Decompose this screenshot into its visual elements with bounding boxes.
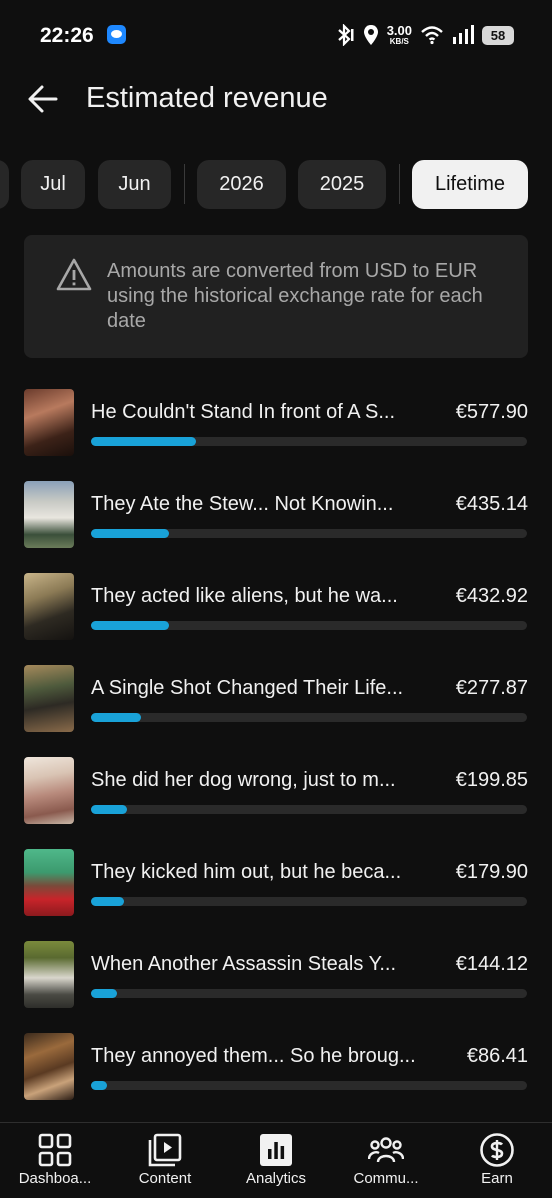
- location-icon: [363, 25, 378, 45]
- video-row[interactable]: He Couldn't Stand In front of A S... €57…: [0, 388, 552, 458]
- video-row[interactable]: They kicked him out, but he beca... €179…: [0, 848, 552, 918]
- nav-label: Content: [138, 1170, 192, 1187]
- revenue-bar-track: [91, 989, 527, 998]
- video-thumbnail: [24, 757, 74, 824]
- content-icon: [148, 1133, 182, 1167]
- video-thumbnail: [24, 849, 74, 916]
- dashboard-icon: [38, 1133, 72, 1167]
- revenue-bar-track: [91, 805, 527, 814]
- earn-icon: [480, 1133, 514, 1167]
- video-row[interactable]: She did her dog wrong, just to m... €199…: [0, 756, 552, 826]
- nav-label: Dashboa...: [18, 1170, 92, 1187]
- battery-icon: 58: [482, 25, 514, 45]
- nav-dashboard[interactable]: Dashboa...: [0, 1123, 110, 1198]
- notice-text: Amounts are converted from USD to EUR us…: [107, 260, 483, 332]
- video-revenue: €435.14: [455, 493, 528, 515]
- bottom-nav: Dashboa... Content Analytics Commu... Ea…: [0, 1122, 552, 1198]
- video-title: When Another Assassin Steals Y...: [91, 953, 396, 975]
- warning-icon: [56, 258, 92, 291]
- video-revenue: €277.87: [455, 677, 528, 699]
- revenue-bar-fill: [91, 529, 170, 538]
- network-speed-value: 3.00: [386, 23, 412, 38]
- video-revenue: €86.41: [466, 1045, 528, 1067]
- back-button[interactable]: [26, 82, 60, 116]
- video-revenue: €179.90: [455, 861, 528, 883]
- video-thumbnail: [24, 573, 74, 640]
- chip-divider: [184, 164, 185, 204]
- messenger-icon: [107, 25, 126, 44]
- signal-icon: [453, 25, 474, 44]
- video-revenue: €144.12: [455, 953, 528, 975]
- analytics-icon: [260, 1134, 292, 1166]
- video-title: They annoyed them... So he broug...: [91, 1045, 416, 1067]
- revenue-bar-track: [91, 529, 527, 538]
- video-title: They acted like aliens, but he wa...: [91, 585, 398, 607]
- status-time: 22:26: [40, 24, 94, 47]
- video-thumbnail: [24, 665, 74, 732]
- video-thumbnail: [24, 481, 74, 548]
- network-speed-unit: KB/S: [389, 37, 409, 46]
- nav-content[interactable]: Content: [110, 1123, 220, 1198]
- revenue-bar-fill: [91, 897, 124, 906]
- video-title: A Single Shot Changed Their Life...: [91, 677, 404, 699]
- video-row[interactable]: They acted like aliens, but he wa... €43…: [0, 572, 552, 642]
- revenue-bar-fill: [91, 1081, 107, 1090]
- chip-partial[interactable]: [0, 160, 9, 209]
- revenue-bar-fill: [91, 621, 170, 630]
- chip-2025[interactable]: 2025: [298, 160, 386, 209]
- revenue-bar-fill: [91, 713, 142, 722]
- nav-label: Analytics: [245, 1170, 307, 1187]
- video-row[interactable]: When Another Assassin Steals Y... €144.1…: [0, 940, 552, 1010]
- nav-analytics[interactable]: Analytics: [221, 1123, 331, 1198]
- chip-lifetime[interactable]: Lifetime: [412, 160, 528, 209]
- period-chips: Jul Jun 2026 2025 Lifetime: [0, 160, 552, 210]
- network-speed: 3.00 KB/S: [387, 24, 412, 46]
- nav-community[interactable]: Commu...: [331, 1123, 441, 1198]
- bluetooth-icon: [337, 24, 354, 46]
- nav-label: Earn: [481, 1170, 513, 1187]
- video-title: They Ate the Stew... Not Knowin...: [91, 493, 394, 515]
- wifi-icon: [421, 26, 443, 45]
- community-icon: [368, 1137, 404, 1163]
- page-title: Estimated revenue: [86, 82, 328, 114]
- revenue-bar-track: [91, 437, 527, 446]
- video-revenue: €199.85: [455, 769, 528, 791]
- chip-jul[interactable]: Jul: [21, 160, 85, 209]
- revenue-bar-track: [91, 621, 527, 630]
- video-revenue: €577.90: [455, 401, 528, 423]
- revenue-bar-track: [91, 713, 527, 722]
- arrow-back-icon: [28, 85, 58, 113]
- chip-2026[interactable]: 2026: [197, 160, 286, 209]
- video-thumbnail: [24, 389, 74, 456]
- status-bar: 22:26 3.00 KB/S 58: [0, 0, 552, 70]
- video-row[interactable]: They Ate the Stew... Not Knowin... €435.…: [0, 480, 552, 550]
- video-title: They kicked him out, but he beca...: [91, 861, 402, 883]
- chip-jun[interactable]: Jun: [98, 160, 171, 209]
- revenue-bar-fill: [91, 805, 128, 814]
- revenue-bar-track: [91, 897, 527, 906]
- video-title: He Couldn't Stand In front of A S...: [91, 401, 396, 423]
- revenue-bar-fill: [91, 989, 118, 998]
- chip-divider: [399, 164, 400, 204]
- header: Estimated revenue: [0, 70, 552, 130]
- nav-earn[interactable]: Earn: [442, 1123, 552, 1198]
- status-icons: 3.00 KB/S 58: [335, 22, 514, 48]
- video-thumbnail: [24, 941, 74, 1008]
- video-row[interactable]: A Single Shot Changed Their Life... €277…: [0, 664, 552, 734]
- video-title: She did her dog wrong, just to m...: [91, 769, 396, 791]
- exchange-rate-notice: Amounts are converted from USD to EUR us…: [24, 235, 528, 358]
- video-row[interactable]: They annoyed them... So he broug... €86.…: [0, 1032, 552, 1102]
- video-revenue: €432.92: [455, 585, 528, 607]
- video-thumbnail: [24, 1033, 74, 1100]
- nav-label: Commu...: [353, 1170, 419, 1187]
- revenue-bar-track: [91, 1081, 527, 1090]
- revenue-bar-fill: [91, 437, 196, 446]
